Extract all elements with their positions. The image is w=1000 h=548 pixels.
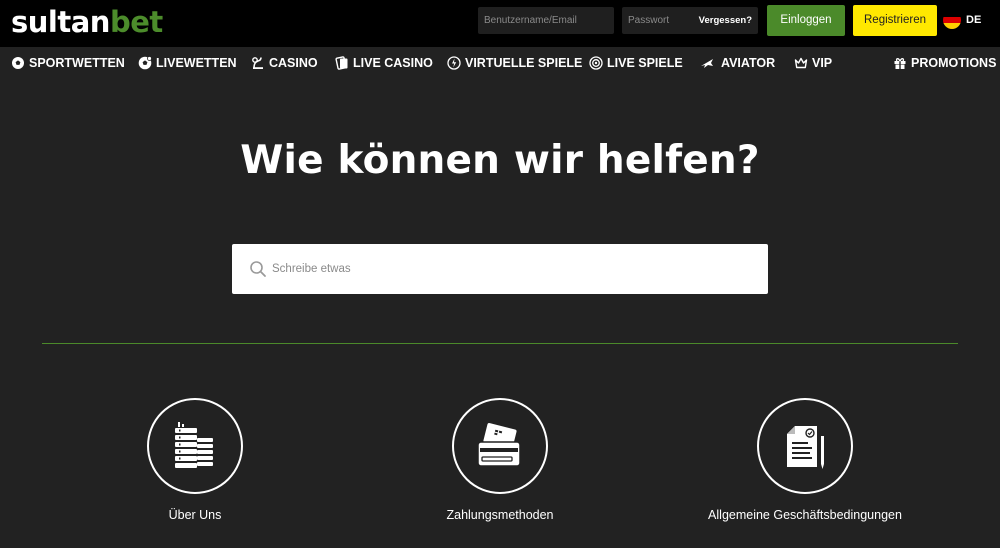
category-label: Über Uns (168, 508, 222, 522)
category-icon-circle (147, 398, 243, 494)
category-icon-circle (757, 398, 853, 494)
nav-label: LIVE SPIELE (607, 56, 683, 70)
nav-item-promotions[interactable]: PROMOTIONS (893, 47, 996, 79)
register-button[interactable]: Registrieren (853, 5, 937, 36)
nav-label: CASINO (269, 56, 318, 70)
crown-icon (794, 57, 808, 69)
nav-label: LIVEWETTEN (156, 56, 237, 70)
logo-text-bet: bet (109, 5, 163, 39)
soccer-ball-icon (11, 56, 25, 70)
category-label: Allgemeine Geschäftsbedingungen (708, 508, 902, 522)
password-field[interactable]: Passwort Vergessen? (622, 7, 758, 34)
nav-label: AVIATOR (721, 56, 776, 70)
plane-icon (701, 59, 713, 68)
search-icon (250, 261, 266, 277)
nav-item-vip[interactable]: VIP (794, 47, 832, 79)
category-payment-methods[interactable]: Zahlungsmethoden (350, 398, 650, 522)
nav-item-aviator[interactable]: AVIATOR (697, 47, 775, 79)
nav-label: LIVE CASINO (353, 56, 433, 70)
virtual-games-icon (447, 56, 461, 70)
nav-item-livewetten[interactable]: LIVEWETTEN (138, 47, 237, 79)
casino-icon (252, 57, 263, 69)
password-placeholder: Passwort (628, 15, 670, 26)
search-input[interactable] (272, 263, 752, 275)
category-terms-conditions[interactable]: Allgemeine Geschäftsbedingungen (655, 398, 955, 522)
live-casino-icon (335, 56, 348, 70)
language-code: DE (966, 14, 982, 26)
nav-item-live-casino[interactable]: LIVE CASINO (335, 47, 433, 79)
top-bar: sultanbet Benutzername/Email Passwort Ve… (0, 0, 1000, 47)
german-flag-icon (943, 11, 961, 29)
nav-item-casino[interactable]: CASINO (251, 47, 318, 79)
live-ball-icon (138, 56, 152, 70)
nav-item-live-spiele[interactable]: LIVE SPIELE (589, 47, 683, 79)
category-icon-circle (452, 398, 548, 494)
forgot-password-link[interactable]: Vergessen? (699, 7, 752, 34)
main-nav: SPORTWETTEN LIVEWETTEN CASINO LIVE CASIN… (0, 47, 1000, 79)
nav-label: PROMOTIONS (911, 56, 997, 70)
nav-label: VIP (812, 56, 833, 70)
page-title: Wie können wir helfen? (240, 138, 760, 183)
logo-text-sultan: sultan (11, 5, 110, 39)
buildings-icon (175, 422, 213, 468)
language-selector[interactable]: DE (943, 11, 981, 29)
nav-label: VIRTUELLE SPIELE (465, 56, 583, 70)
username-placeholder: Benutzername/Email (484, 15, 577, 26)
username-field[interactable]: Benutzername/Email (478, 7, 614, 34)
live-games-icon (589, 56, 603, 70)
sultanbet-logo[interactable]: sultanbet (11, 5, 163, 39)
section-divider (42, 343, 958, 344)
category-label: Zahlungsmethoden (446, 508, 554, 522)
login-button[interactable]: Einloggen (767, 5, 845, 36)
help-search-box[interactable] (232, 244, 768, 294)
gift-icon (894, 58, 906, 69)
terms-document-icon (787, 426, 824, 469)
payment-cards-icon (477, 423, 521, 467)
nav-label: SPORTWETTEN (29, 56, 125, 70)
nav-item-virtuelle-spiele[interactable]: VIRTUELLE SPIELE (447, 47, 582, 79)
nav-item-sportwetten[interactable]: SPORTWETTEN (11, 47, 125, 79)
category-about-us[interactable]: Über Uns (45, 398, 345, 522)
